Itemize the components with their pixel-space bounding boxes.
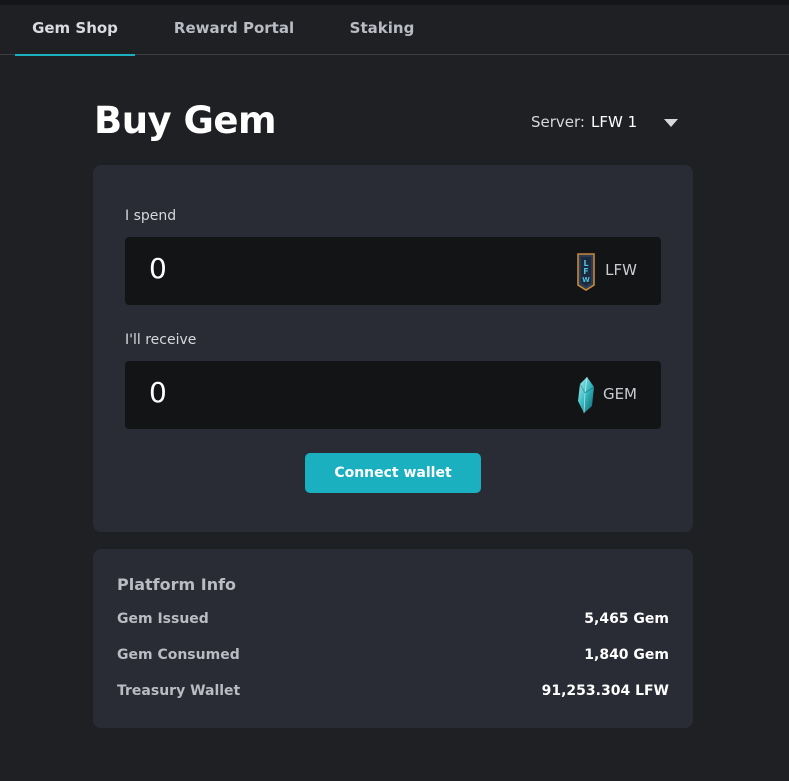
info-label: Gem Issued	[117, 611, 209, 627]
spend-label: I spend	[125, 208, 177, 224]
info-row-gem-consumed: Gem Consumed 1,840 Gem	[117, 647, 669, 667]
info-label: Treasury Wallet	[117, 683, 241, 699]
info-row-gem-issued: Gem Issued 5,465 Gem	[117, 611, 669, 631]
spend-amount[interactable]: 0	[149, 252, 167, 285]
receive-token: GEM	[602, 385, 637, 403]
lfw-token-icon: L F W	[577, 253, 595, 291]
platform-info-card: Platform Info Gem Issued 5,465 Gem Gem C…	[93, 549, 693, 728]
svg-text:W: W	[582, 276, 590, 284]
top-nav: Gem Shop Reward Portal Staking	[0, 5, 789, 56]
receive-input[interactable]: 0 GEM	[125, 361, 661, 429]
spend-input[interactable]: 0 L F W LFW	[125, 237, 661, 305]
info-value: 91,253.304 LFW	[541, 683, 669, 699]
receive-label: I'll receive	[125, 332, 197, 348]
info-label: Gem Consumed	[117, 647, 240, 663]
page-title: Buy Gem	[94, 99, 277, 142]
tab-gem-shop[interactable]: Gem Shop	[15, 5, 135, 56]
connect-wallet-button[interactable]: Connect wallet	[305, 453, 481, 493]
info-row-treasury-wallet: Treasury Wallet 91,253.304 LFW	[117, 683, 669, 703]
info-value: 1,840 Gem	[584, 647, 669, 663]
buy-card: I spend 0 L F W LFW I'll receive 0 GEM C…	[93, 165, 693, 532]
tab-staking[interactable]: Staking	[330, 5, 434, 54]
server-label: Server:	[531, 113, 585, 131]
spend-token: LFW	[605, 261, 637, 279]
platform-info-title: Platform Info	[117, 575, 237, 594]
gem-crystal-icon	[578, 376, 595, 414]
receive-amount[interactable]: 0	[149, 376, 167, 409]
info-value: 5,465 Gem	[584, 611, 669, 627]
server-value: LFW 1	[591, 113, 638, 131]
tab-reward-portal[interactable]: Reward Portal	[165, 5, 303, 54]
svg-text:F: F	[583, 267, 588, 276]
caret-down-icon	[664, 119, 678, 127]
